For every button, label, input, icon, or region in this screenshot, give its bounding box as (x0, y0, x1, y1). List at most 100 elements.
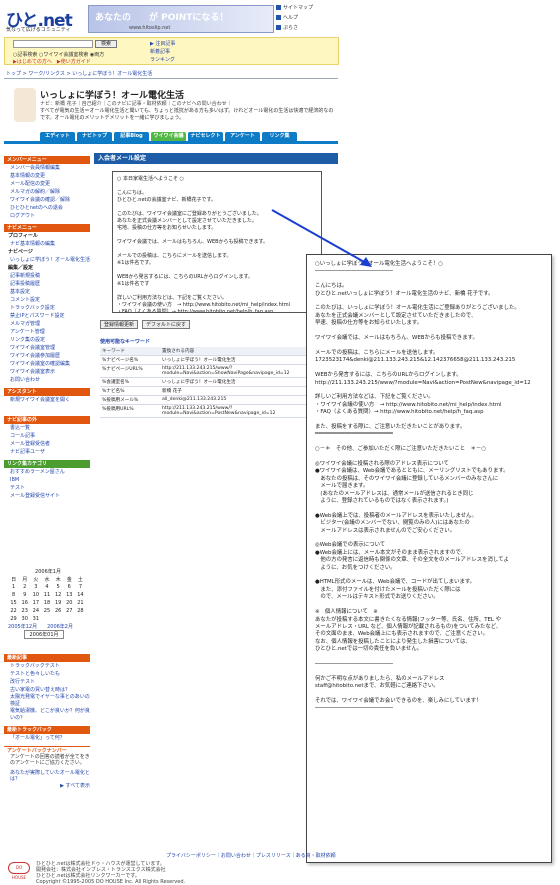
ad-banner[interactable]: あなたの が POINTになる！ www.hitoslip.net (88, 5, 274, 33)
sidebar-item[interactable]: ワイワイ会議室の確認編集 (4, 360, 90, 368)
tab-edit[interactable]: エディット (40, 132, 75, 141)
calendar-day[interactable]: 11 (41, 591, 52, 599)
calendar-day[interactable]: 10 (30, 591, 41, 599)
recent-article[interactable]: テストと色々しいたも (4, 670, 90, 678)
sidebar-item[interactable]: ワイワイ会議の確認／解除 (4, 196, 90, 204)
sidebar-item[interactable]: ひとひとnetのへの退会 (4, 204, 90, 212)
tab-navi-top[interactable]: ナビトップ (77, 132, 112, 141)
calendar-day[interactable]: 18 (41, 599, 52, 607)
top-link-plaza[interactable]: ぷらさ (276, 24, 336, 31)
save-button[interactable]: 登録情報更新 (100, 320, 139, 329)
calendar-day[interactable]: 15 (8, 599, 19, 607)
calendar-day[interactable]: 5 (53, 583, 64, 591)
calendar-day[interactable] (41, 615, 52, 623)
calendar-day[interactable] (64, 615, 75, 623)
sidebar-item[interactable]: コール記事 (4, 432, 90, 440)
footer-links[interactable]: プライバシーポリシー｜お問い合わせ｜プレスリリース｜ある資・取材依頼 (166, 852, 336, 859)
link-ranking[interactable]: ランキング (150, 56, 175, 64)
calendar-day[interactable]: 6 (64, 583, 75, 591)
sidebar-item[interactable]: テスト (4, 484, 90, 492)
search-help-links[interactable]: ▶はじめての方へ ▶使い方ガイド (13, 58, 91, 65)
top-link-help[interactable]: ヘルプ (276, 14, 336, 21)
calendar-day[interactable]: 27 (64, 607, 75, 615)
breadcrumb[interactable]: トップ > ワーク/リンクス > いっしょに学ぼう！オール電化生活 (6, 70, 152, 77)
sidebar-item[interactable]: おすすめラーメン屋さん (4, 468, 90, 476)
calendar-day[interactable]: 21 (75, 599, 86, 607)
calendar-day[interactable]: 1 (8, 583, 19, 591)
sidebar-item[interactable]: ワイワイ会議室表示 (4, 368, 90, 376)
tab-meeting[interactable]: ワイワイ会議 (151, 132, 186, 141)
sidebar-item[interactable]: ワイワイ会議参加履歴 (4, 352, 90, 360)
recent-article[interactable]: 古い家電の買い替え時は？ (4, 686, 90, 694)
sidebar-item[interactable]: ナビ基本情報の編集 (4, 240, 90, 248)
tab-links[interactable]: リンク集 (262, 132, 297, 141)
calendar-day[interactable]: 29 (8, 615, 19, 623)
recent-article[interactable]: 改行テスト (4, 678, 90, 686)
sidebar-item-logout[interactable]: ログアウト (4, 212, 90, 220)
sidebar-item[interactable]: 記事投稿履歴 (4, 280, 90, 288)
search-input[interactable] (13, 40, 93, 48)
sidebar-item[interactable]: メール登録受信者 (4, 440, 90, 448)
sidebar-item[interactable]: 書込一覧 (4, 424, 90, 432)
tab-survey[interactable]: アンケート (225, 132, 260, 141)
link-featured[interactable]: ▶ 注目記事 (150, 40, 175, 48)
sidebar-item[interactable]: 基本情報の変更 (4, 172, 90, 180)
welcome-mail-textarea[interactable]: ○ 本日家電生活へようこそ ○ こんにちは。 ひとひと.netの会議室ナビ、新橋… (112, 171, 322, 313)
sidebar-item[interactable]: メルマガの解約／解除 (4, 188, 90, 196)
navi-author-links[interactable]: ナビ：新橋 花子｜自己紹介｜このナビに記事・取材依頼｜このナビへの問い合わせ｜ (40, 100, 232, 107)
sidebar-item[interactable]: 記事新規投稿 (4, 272, 90, 280)
recent-article[interactable]: 電気給湯機、どこが良いか？何が良いの？ (4, 708, 90, 722)
calendar-day[interactable]: 12 (53, 591, 64, 599)
sidebar-item[interactable]: ナビ記事ユーザ (4, 448, 90, 456)
tab-navi-select[interactable]: ナビセレクト (188, 132, 223, 141)
assistant-text[interactable]: 新規ワイワイ会議室を開く (4, 396, 90, 412)
search-button[interactable]: 検索 (95, 40, 117, 48)
calendar-day[interactable]: 16 (19, 599, 30, 607)
search-options[interactable]: ○記事検索 ○ワイワイ会議室検索 ◉両方 (13, 51, 104, 58)
sidebar-item[interactable]: メンバー会員情報編集 (4, 164, 90, 172)
recent-article[interactable]: トラックバックテスト (4, 662, 90, 670)
sidebar-item[interactable]: トラックバック設定 (4, 304, 90, 312)
calendar-day[interactable]: 19 (53, 599, 64, 607)
calendar-day[interactable]: 23 (19, 607, 30, 615)
calendar-day[interactable] (53, 615, 64, 623)
survey-more-link[interactable]: ▶ すべて表示 (4, 782, 90, 790)
calendar-day[interactable]: 22 (8, 607, 19, 615)
calendar-day[interactable]: 7 (75, 583, 86, 591)
sidebar-item[interactable]: お問い合わせ (4, 376, 90, 384)
sidebar-item[interactable]: ワイワイ会議室管理 (4, 344, 90, 352)
calendar-day[interactable]: 26 (53, 607, 64, 615)
calendar-day[interactable]: 14 (75, 591, 86, 599)
sidebar-item[interactable]: リンク集の設定 (4, 336, 90, 344)
calendar-nav[interactable]: 2005年12月 2006年2月 (8, 623, 88, 630)
survey-item[interactable]: あなたが実際していたオール電化とは？ (4, 770, 90, 782)
calendar-day[interactable]: 31 (30, 615, 41, 623)
calendar-day[interactable] (75, 615, 86, 623)
sidebar-item[interactable]: メール配信の変更 (4, 180, 90, 188)
calendar-day[interactable]: 20 (64, 599, 75, 607)
reset-default-button[interactable]: デフォルトに戻す (142, 320, 191, 329)
sidebar-item[interactable]: コメント設定 (4, 296, 90, 304)
tab-blog[interactable]: 記事Blog (114, 132, 149, 141)
calendar-day[interactable]: 8 (8, 591, 19, 599)
calendar-day[interactable]: 24 (30, 607, 41, 615)
top-link-sitemap[interactable]: サイトマップ (276, 4, 336, 11)
calendar-day[interactable]: 30 (19, 615, 30, 623)
calendar-day[interactable]: 3 (30, 583, 41, 591)
calendar-month-select[interactable]: 2006年01月 (24, 630, 64, 639)
sidebar-item[interactable]: 禁止IPとパスワード設定 (4, 312, 90, 320)
calendar-day[interactable]: 17 (30, 599, 41, 607)
sidebar-item[interactable]: 基本設定 (4, 288, 90, 296)
link-new[interactable]: 新着記事 (150, 48, 175, 56)
sidebar-item[interactable]: メルマガ管理 (4, 320, 90, 328)
sidebar-item[interactable]: IBM (4, 476, 90, 484)
recent-article[interactable]: 太陽光発電でイヤーな事とのあいの検証 (4, 694, 90, 708)
sidebar-item[interactable]: アンケート管理 (4, 328, 90, 336)
calendar-day[interactable]: 4 (41, 583, 52, 591)
calendar-day[interactable]: 28 (75, 607, 86, 615)
sidebar-item[interactable]: いっしょに学ぼう！オール電化生活 (4, 256, 90, 264)
calendar-day[interactable]: 9 (19, 591, 30, 599)
calendar-day[interactable]: 2 (19, 583, 30, 591)
calendar-day[interactable]: 13 (64, 591, 75, 599)
trackback-item[interactable]: 「オール電化」って何？ (4, 734, 90, 742)
